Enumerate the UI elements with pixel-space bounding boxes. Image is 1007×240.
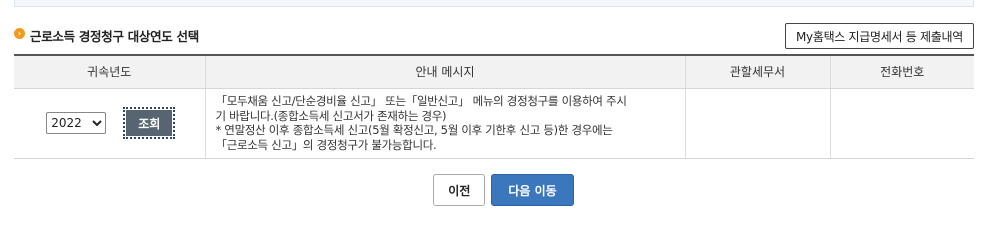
column-header-tax-office: 관할세무서 [684,54,830,89]
footer-button-bar: 이전 다음 이동 [0,174,1007,206]
hometax-submission-history-button[interactable]: My홈택스 지급명세서 등 제출내역 [784,23,974,49]
year-selection-table: 귀속년도 안내 메시지 관할세무서 전화번호 2022 조회 「모두채움 신고/… [14,54,974,159]
column-header-year: 귀속년도 [14,54,205,89]
section-header: › 근로소득 경정청구 대상연도 선택 My홈택스 지급명세서 등 제출내역 [14,23,974,49]
message-line: 기 바랍니다.(종합소득세 신고서가 존재하는 경우) [215,108,447,123]
message-line: * 연말정산 이후 종합소득세 신고(5월 확정신고, 5월 이후 기한후 신고… [215,123,613,137]
table-header-row: 귀속년도 안내 메시지 관할세무서 전화번호 [14,54,974,89]
section-title: 근로소득 경정청구 대상연도 선택 [30,29,199,44]
column-header-phone: 전화번호 [829,54,974,89]
message-cell: 「모두채움 신고/단순경비율 신고」 또는「일반신고」 메뉴의 경정청구를 이용… [204,88,685,159]
message-line: 「모두채움 신고/단순경비율 신고」 또는「일반신고」 메뉴의 경정청구를 이용… [215,94,627,108]
query-button[interactable]: 조회 [123,107,176,139]
tax-office-cell [684,88,830,159]
column-header-message: 안내 메시지 [204,54,685,89]
next-button[interactable]: 다음 이동 [491,174,574,206]
phone-cell [829,88,974,159]
table-row: 2022 조회 「모두채움 신고/단순경비율 신고」 또는「일반신고」 메뉴의 … [14,88,974,159]
message-line: 「근로소득 신고」의 경정청구가 불가능합니다. [215,137,437,152]
top-info-box [14,0,974,7]
prev-button[interactable]: 이전 [433,174,486,206]
year-select[interactable]: 2022 [46,112,107,134]
year-cell: 2022 조회 [14,88,205,159]
circle-chevron-right-icon: › [14,28,25,39]
